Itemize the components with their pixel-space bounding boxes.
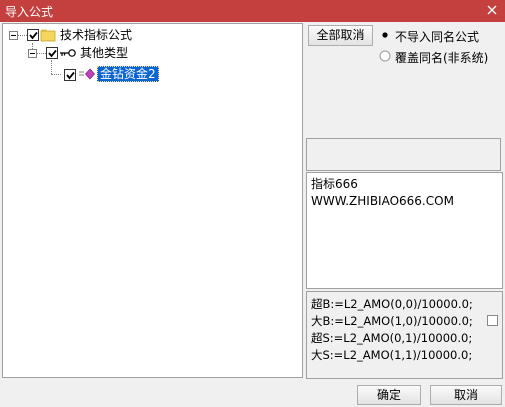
deselect-all-button[interactable]: 全部取消	[308, 25, 373, 46]
ok-button[interactable]: 确定	[357, 385, 421, 405]
code-line: 大B:=L2_AMO(1,0)/10000.0;	[311, 314, 473, 328]
description-line: WWW.ZHIBIAO666.COM	[311, 194, 454, 208]
folder-icon	[40, 28, 56, 45]
tree-node-label: 技术指标公式	[60, 28, 133, 42]
child-checkbox[interactable]	[46, 47, 58, 59]
key-icon	[59, 47, 77, 62]
code-line: 超S:=L2_AMO(0,1)/10000.0;	[311, 331, 473, 345]
root-checkbox[interactable]	[27, 29, 39, 41]
tree-node-child[interactable]: 其他类型	[3, 45, 203, 61]
code-checkbox[interactable]	[487, 315, 498, 326]
description-line: 指标666	[311, 177, 358, 191]
tree-node-leaf[interactable]: 金钻资金2	[3, 66, 203, 82]
option-label: 覆盖同名(非系统)	[395, 51, 489, 65]
code-line: 大S:=L2_AMO(1,1)/10000.0;	[311, 348, 473, 362]
formula-icon	[78, 68, 96, 83]
description-panel: 指标666 WWW.ZHIBIAO666.COM	[306, 172, 503, 289]
radio-overwrite[interactable]	[379, 50, 391, 62]
tree-node-label: 其他类型	[80, 46, 129, 60]
blank-panel	[306, 138, 501, 171]
tree-node-root[interactable]: 技术指标公式	[3, 27, 203, 43]
option-label: 不导入同名公式	[395, 30, 480, 44]
formula-tree[interactable]: 技术指标公式 其他类型 金钻资金2	[2, 23, 303, 378]
code-line: 超B:=L2_AMO(0,0)/10000.0;	[311, 297, 473, 311]
close-icon[interactable]	[485, 2, 499, 18]
code-panel: 超B:=L2_AMO(0,0)/10000.0; 大B:=L2_AMO(1,0)…	[306, 291, 503, 379]
leaf-checkbox[interactable]	[64, 69, 76, 81]
cancel-button[interactable]: 取消	[430, 385, 502, 405]
collapse-icon[interactable]	[28, 49, 37, 58]
tree-node-label-selected: 金钻资金2	[97, 66, 159, 82]
collapse-icon[interactable]	[9, 31, 18, 40]
radio-skip-duplicates[interactable]	[379, 29, 391, 41]
window-title: 导入公式	[5, 5, 54, 19]
title-bar: 导入公式	[0, 0, 505, 22]
